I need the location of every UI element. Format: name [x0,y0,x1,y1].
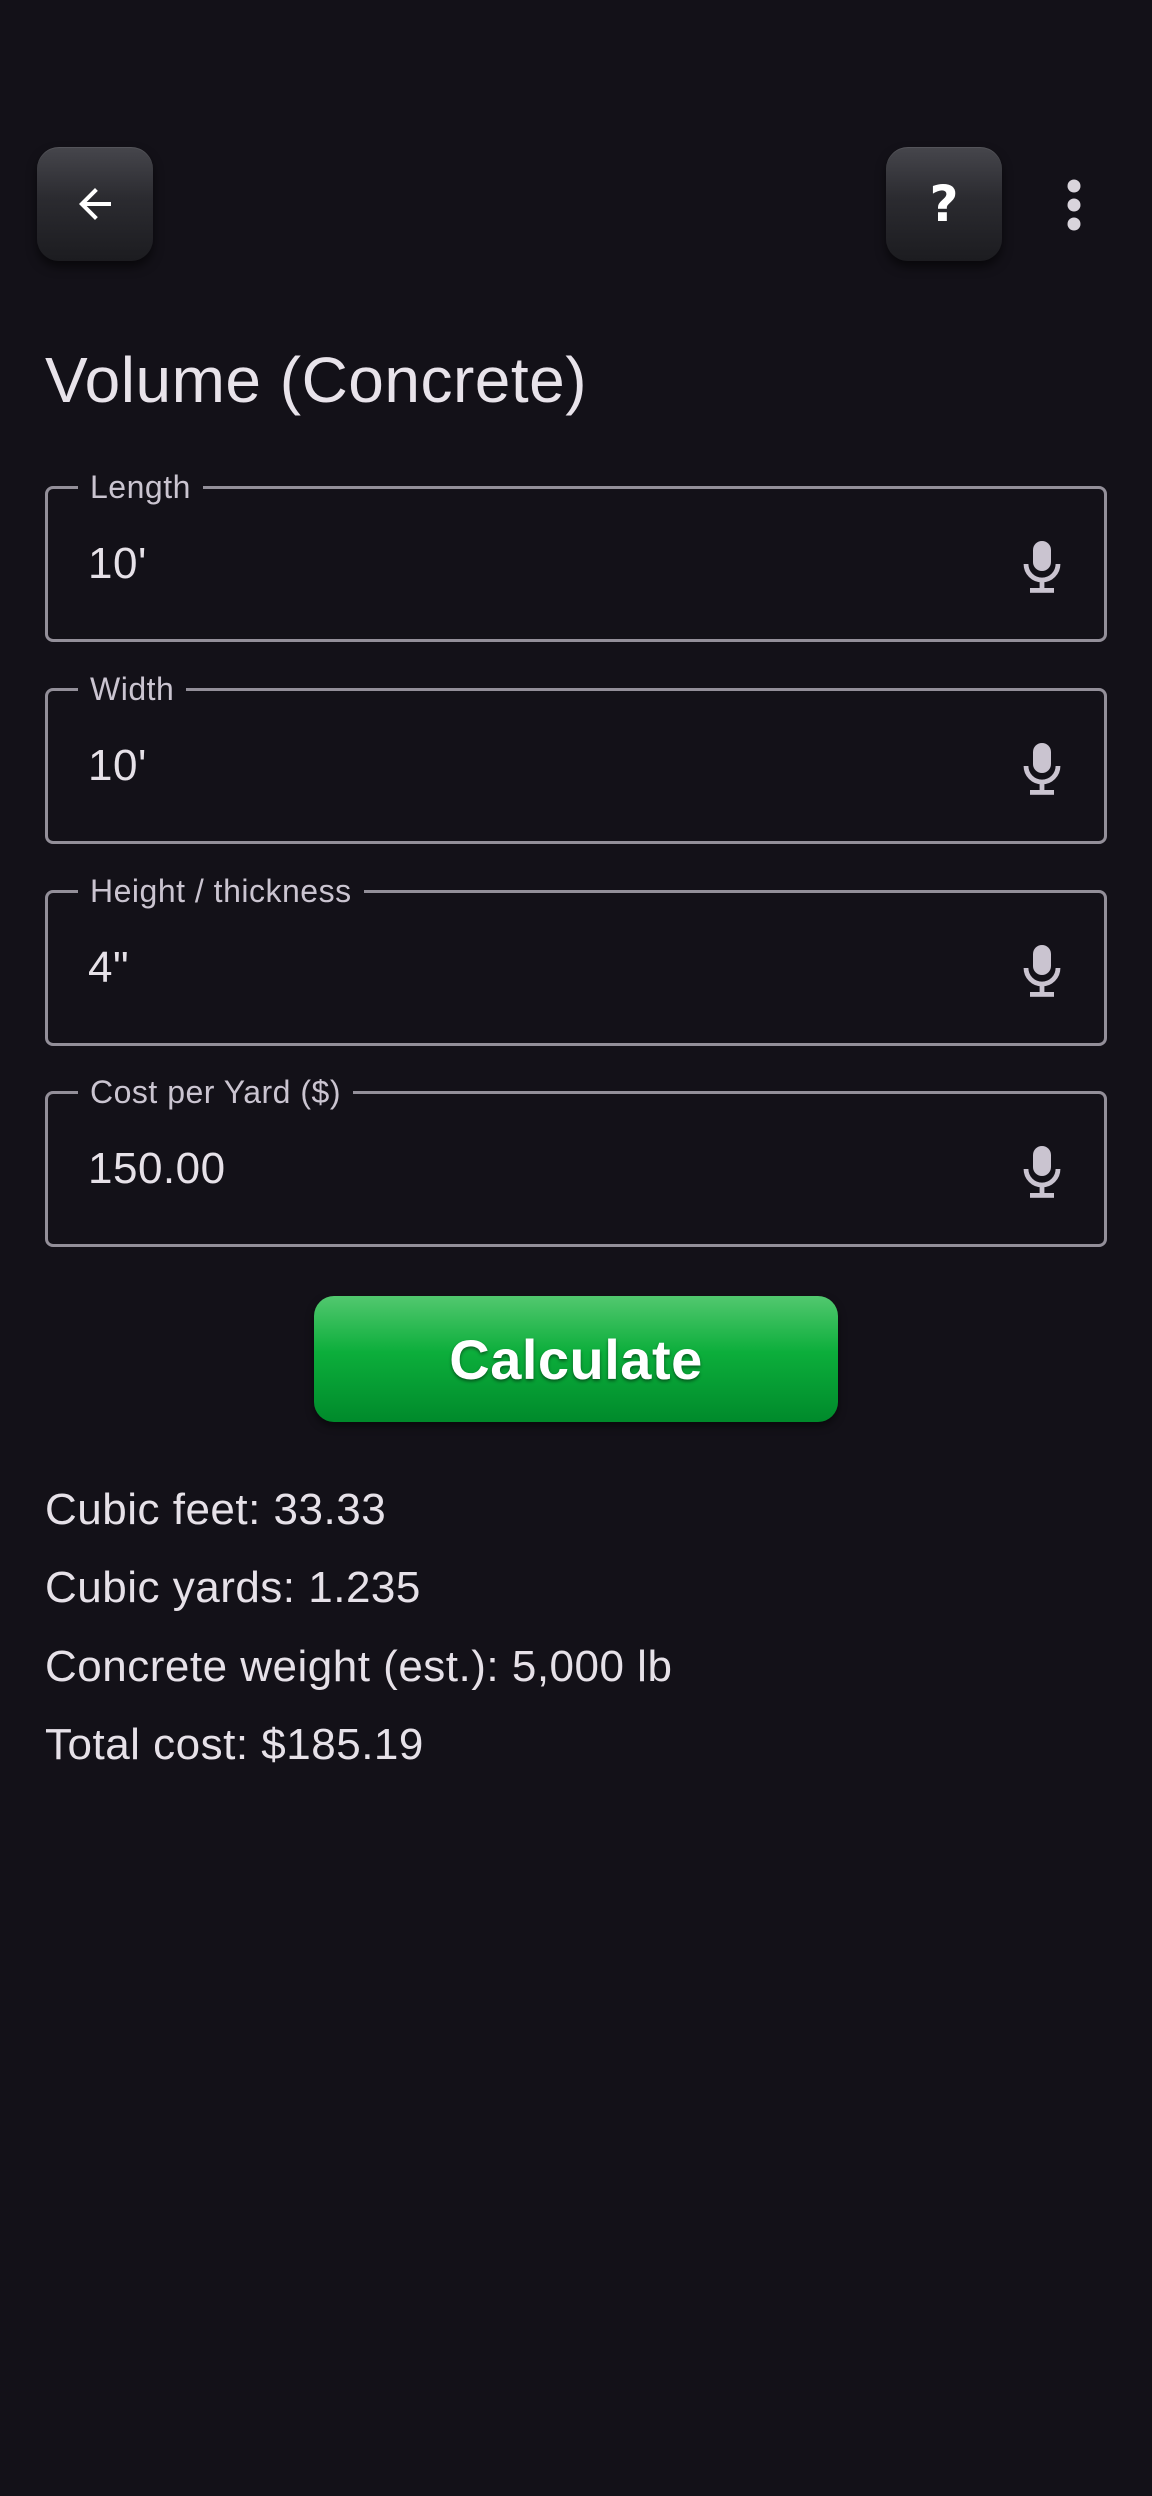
microphone-icon[interactable] [1018,539,1066,595]
cost-per-yard-label: Cost per Yard ($) [78,1070,353,1114]
more-options-button[interactable] [1044,170,1104,240]
width-label: Width [78,667,187,711]
length-input[interactable] [88,531,968,597]
help-icon: ? [929,175,959,233]
microphone-icon[interactable] [1018,1144,1066,1200]
cost-per-yard-input[interactable] [88,1136,968,1202]
result-concrete-weight: Concrete weight (est.): 5,000 lb [45,1642,673,1691]
height-thickness-input[interactable] [88,935,968,1001]
calculate-button[interactable]: Calculate [314,1296,838,1422]
back-button[interactable] [37,147,153,261]
height-thickness-field: Height / thickness [45,869,1107,1046]
microphone-icon[interactable] [1018,943,1066,999]
length-label: Length [78,465,203,509]
arrow-left-icon [79,188,111,220]
page-title: Volume (Concrete) [45,344,588,416]
volume-concrete-screen: ? Volume (Concrete) Length Width [0,0,1152,2496]
width-input[interactable] [88,733,968,799]
width-field: Width [45,667,1107,844]
help-button[interactable]: ? [886,147,1002,261]
cost-per-yard-field: Cost per Yard ($) [45,1070,1107,1247]
result-cubic-yards: Cubic yards: 1.235 [45,1563,421,1612]
more-vertical-icon [1067,179,1081,231]
result-total-cost: Total cost: $185.19 [45,1720,424,1769]
result-cubic-feet: Cubic feet: 33.33 [45,1485,387,1534]
length-field: Length [45,465,1107,642]
height-thickness-label: Height / thickness [78,869,364,913]
microphone-icon[interactable] [1018,741,1066,797]
